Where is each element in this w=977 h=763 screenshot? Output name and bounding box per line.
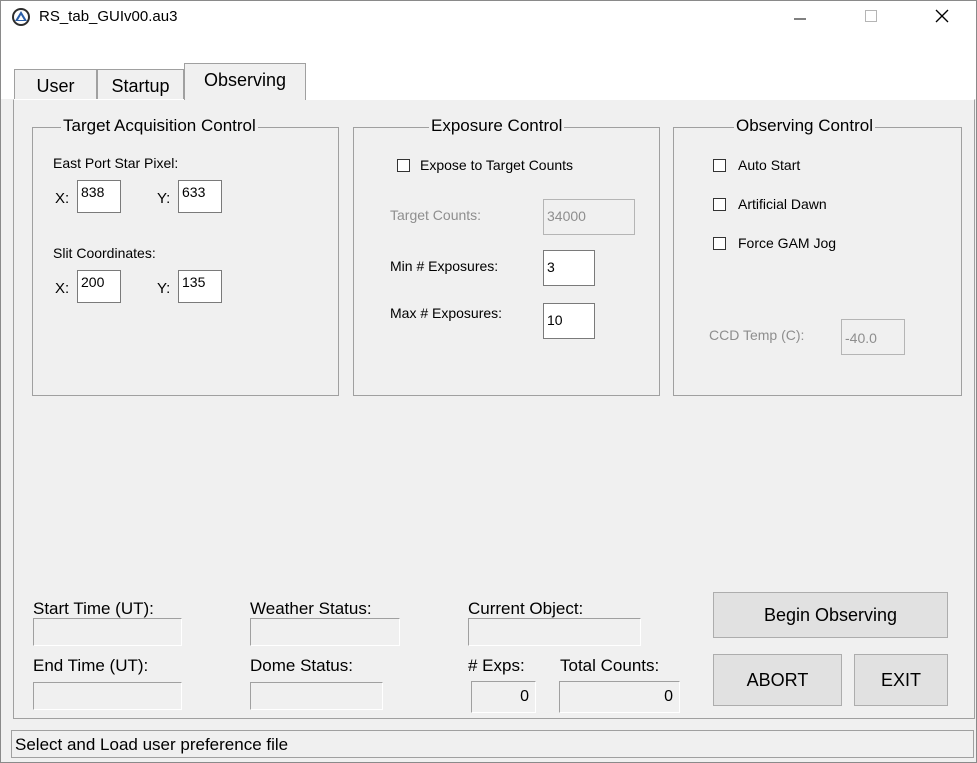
- slit-coordinates-label: Slit Coordinates:: [53, 245, 156, 261]
- min-exposures-label: Min # Exposures:: [390, 258, 499, 274]
- target-acquisition-group: Target Acquisition Control East Port Sta…: [32, 116, 339, 396]
- begin-observing-button[interactable]: Begin Observing: [713, 592, 948, 638]
- auto-start-label: Auto Start: [738, 157, 801, 173]
- observing-tab-panel: Target Acquisition Control East Port Sta…: [13, 99, 975, 719]
- close-button[interactable]: [919, 1, 965, 31]
- observing-control-title: Observing Control: [734, 116, 876, 136]
- window-title: RS_tab_GUIv00.au3: [39, 8, 178, 25]
- min-exposures-input[interactable]: 3: [543, 250, 595, 286]
- tab-startup[interactable]: Startup: [97, 69, 184, 99]
- force-gam-jog-label: Force GAM Jog: [738, 235, 837, 251]
- current-object-display: [468, 618, 641, 646]
- weather-status-label: Weather Status:: [250, 599, 372, 618]
- exit-button[interactable]: EXIT: [854, 654, 948, 706]
- start-time-display: [33, 618, 182, 646]
- slit-y-label: Y:: [157, 280, 171, 297]
- exps-label: # Exps:: [468, 656, 525, 675]
- end-time-display: [33, 682, 182, 710]
- east-y-input[interactable]: 633: [178, 180, 222, 213]
- target-acquisition-title: Target Acquisition Control: [61, 116, 258, 136]
- target-counts-input[interactable]: 34000: [543, 199, 635, 235]
- expose-to-target-label: Expose to Target Counts: [420, 157, 574, 173]
- east-y-label: Y:: [157, 190, 171, 207]
- east-port-label: East Port Star Pixel:: [53, 155, 179, 171]
- east-x-input[interactable]: 838: [77, 180, 121, 213]
- target-counts-label: Target Counts:: [390, 207, 482, 223]
- auto-start-checkbox[interactable]: [713, 159, 726, 172]
- max-exposures-input[interactable]: 10: [543, 303, 595, 339]
- total-counts-value: 0: [559, 681, 680, 713]
- slit-x-label: X:: [55, 280, 70, 297]
- artificial-dawn-checkbox[interactable]: [713, 198, 726, 211]
- close-icon: [935, 9, 949, 23]
- maximize-icon: [865, 10, 877, 22]
- status-bar: Select and Load user preference file: [11, 730, 974, 758]
- autoit-app-icon: [12, 8, 30, 26]
- start-time-label: Start Time (UT):: [33, 599, 154, 618]
- main-window: RS_tab_GUIv00.au3 User Startup Observing…: [0, 0, 977, 763]
- ccd-temp-label: CCD Temp (C):: [709, 327, 805, 343]
- end-time-label: End Time (UT):: [33, 656, 149, 675]
- slit-y-input[interactable]: 135: [178, 270, 222, 303]
- ccd-temp-input[interactable]: -40.0: [841, 319, 905, 355]
- total-counts-label: Total Counts:: [560, 656, 660, 675]
- weather-status-display: [250, 618, 400, 646]
- exposure-control-group: Exposure Control Expose to Target Counts…: [353, 116, 660, 396]
- slit-x-input[interactable]: 200: [77, 270, 121, 303]
- tab-observing[interactable]: Observing: [184, 63, 306, 100]
- tab-user[interactable]: User: [14, 69, 97, 99]
- artificial-dawn-label: Artificial Dawn: [738, 196, 827, 212]
- minimize-button[interactable]: [777, 1, 823, 31]
- title-bar: RS_tab_GUIv00.au3: [1, 1, 976, 31]
- abort-button[interactable]: ABORT: [713, 654, 842, 706]
- expose-to-target-checkbox[interactable]: [397, 159, 410, 172]
- maximize-button[interactable]: [848, 1, 894, 31]
- dome-status-display: [250, 682, 383, 710]
- exps-value: 0: [471, 681, 536, 713]
- current-object-label: Current Object:: [468, 599, 584, 618]
- exposure-control-title: Exposure Control: [429, 116, 565, 136]
- minimize-icon: [794, 18, 806, 20]
- max-exposures-label: Max # Exposures:: [390, 305, 503, 321]
- east-x-label: X:: [55, 190, 70, 207]
- observing-control-group: Observing Control Auto Start Artificial …: [673, 116, 962, 396]
- force-gam-jog-checkbox[interactable]: [713, 237, 726, 250]
- dome-status-label: Dome Status:: [250, 656, 353, 675]
